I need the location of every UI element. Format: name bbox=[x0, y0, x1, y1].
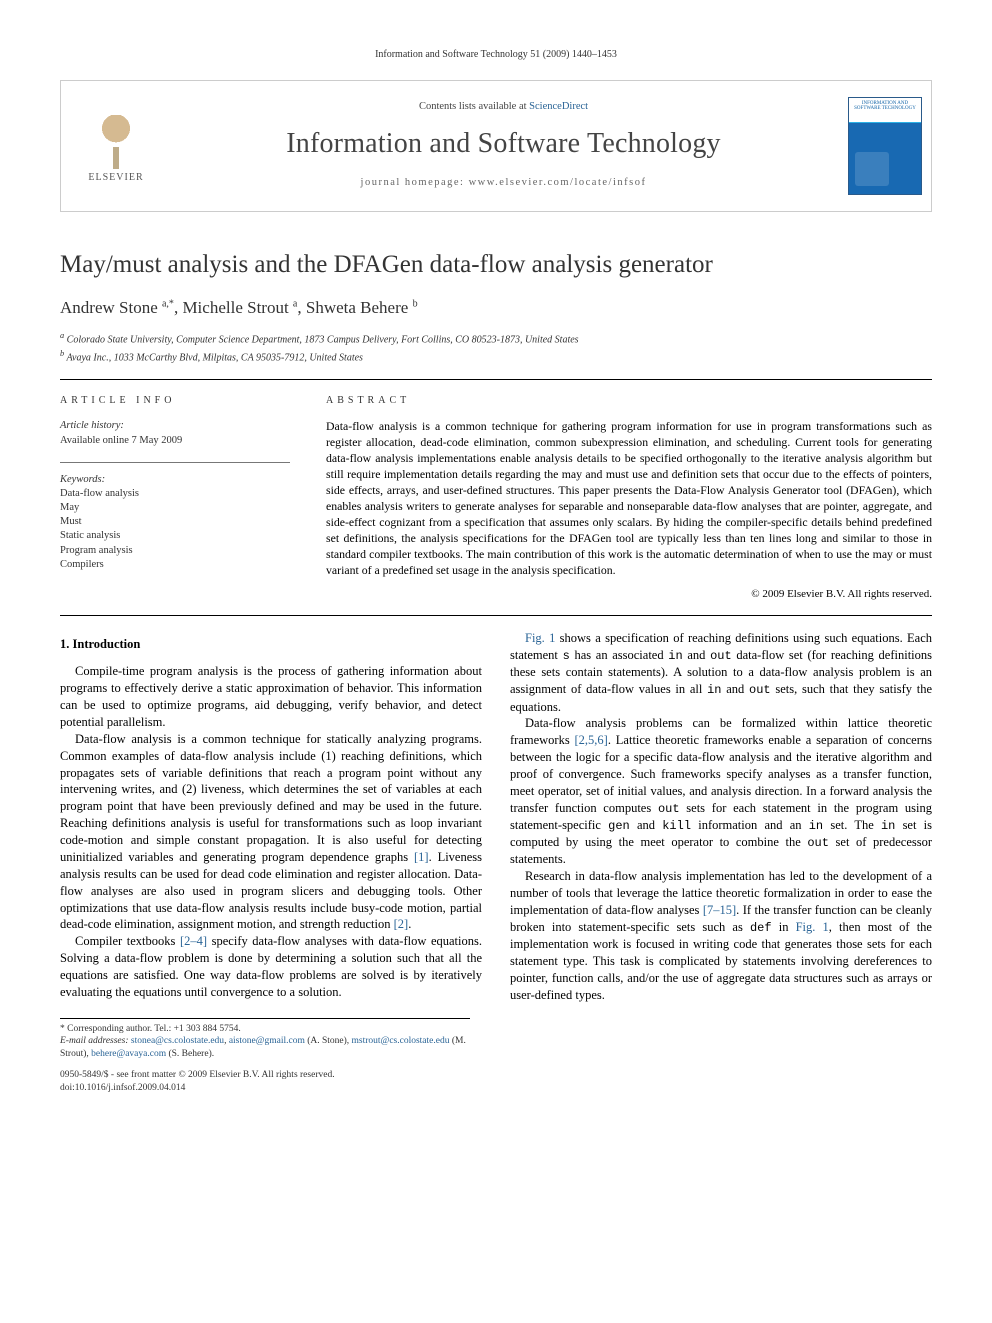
body-paragraph: Data-flow analysis is a common technique… bbox=[60, 731, 482, 934]
code-token: out bbox=[658, 802, 680, 816]
body-paragraph: Compile-time program analysis is the pro… bbox=[60, 663, 482, 731]
keyword-item: Data-flow analysis bbox=[60, 487, 290, 501]
issn-line: 0950-5849/$ - see front matter © 2009 El… bbox=[60, 1069, 932, 1082]
figure-link[interactable]: Fig. 1 bbox=[796, 920, 829, 934]
article-body: 1. Introduction Compile-time program ana… bbox=[60, 630, 932, 1003]
body-paragraph: Compiler textbooks [2–4] specify data-fl… bbox=[60, 933, 482, 1001]
body-paragraph: Data-flow analysis problems can be forma… bbox=[510, 715, 932, 868]
journal-name: Information and Software Technology bbox=[179, 125, 828, 163]
masthead-center: Contents lists available at ScienceDirec… bbox=[171, 88, 836, 202]
affiliation-line: a Colorado State University, Computer Sc… bbox=[60, 330, 932, 347]
corresponding-author-note: * Corresponding author. Tel.: +1 303 884… bbox=[60, 1023, 470, 1036]
copyright-line: © 2009 Elsevier B.V. All rights reserved… bbox=[326, 587, 932, 602]
article-title: May/must analysis and the DFAGen data-fl… bbox=[60, 248, 932, 282]
email-label: E-mail addresses: bbox=[60, 1036, 129, 1046]
journal-homepage: journal homepage: www.elsevier.com/locat… bbox=[179, 176, 828, 190]
email-link[interactable]: aistone@gmail.com bbox=[229, 1036, 305, 1046]
cover-art-icon bbox=[855, 152, 889, 186]
body-paragraph: Research in data-flow analysis implement… bbox=[510, 868, 932, 1003]
code-token: in bbox=[809, 819, 823, 833]
keyword-item: Program analysis bbox=[60, 544, 290, 558]
affiliations: a Colorado State University, Computer Sc… bbox=[60, 330, 932, 365]
contents-available-line: Contents lists available at ScienceDirec… bbox=[179, 100, 828, 114]
code-token: gen bbox=[608, 819, 630, 833]
email-link[interactable]: stonea@cs.colostate.edu bbox=[131, 1036, 224, 1046]
article-info-block: ARTICLE INFO Article history: Available … bbox=[60, 394, 290, 602]
code-token: out bbox=[710, 649, 732, 663]
journal-masthead: ELSEVIER Contents lists available at Sci… bbox=[60, 80, 932, 212]
citation-link[interactable]: [2,5,6] bbox=[575, 733, 608, 747]
section-heading-introduction: 1. Introduction bbox=[60, 636, 482, 653]
citation-link[interactable]: [2–4] bbox=[180, 934, 207, 948]
front-matter-footer: 0950-5849/$ - see front matter © 2009 El… bbox=[60, 1069, 932, 1095]
citation-link[interactable]: [7–15] bbox=[703, 903, 736, 917]
running-head: Information and Software Technology 51 (… bbox=[60, 48, 932, 62]
keyword-item: Compilers bbox=[60, 558, 290, 572]
code-token: s bbox=[563, 649, 570, 663]
article-history-line: Available online 7 May 2009 bbox=[60, 434, 290, 448]
figure-link[interactable]: Fig. 1 bbox=[525, 631, 555, 645]
footnotes: * Corresponding author. Tel.: +1 303 884… bbox=[60, 1018, 470, 1061]
citation-link[interactable]: [1] bbox=[414, 850, 429, 864]
email-link[interactable]: mstrout@cs.colostate.edu bbox=[352, 1036, 450, 1046]
keyword-item: Must bbox=[60, 515, 290, 529]
code-token: in bbox=[707, 683, 721, 697]
abstract-head: ABSTRACT bbox=[326, 394, 932, 408]
cover-thumbnail-cell: INFORMATION AND SOFTWARE TECHNOLOGY bbox=[836, 81, 931, 211]
code-token: in bbox=[668, 649, 682, 663]
abstract-text: Data-flow analysis is a common technique… bbox=[326, 419, 932, 578]
publisher-name: ELSEVIER bbox=[73, 171, 159, 185]
doi-line: doi:10.1016/j.infsof.2009.04.014 bbox=[60, 1082, 932, 1095]
article-info-head: ARTICLE INFO bbox=[60, 394, 290, 408]
journal-cover-thumbnail: INFORMATION AND SOFTWARE TECHNOLOGY bbox=[848, 97, 922, 195]
keyword-item: Static analysis bbox=[60, 529, 290, 543]
publisher-logo: ELSEVIER bbox=[61, 97, 171, 195]
code-token: def bbox=[750, 921, 772, 935]
article-meta-row: ARTICLE INFO Article history: Available … bbox=[60, 394, 932, 602]
email-link[interactable]: behere@avaya.com bbox=[91, 1049, 166, 1059]
keyword-item: May bbox=[60, 501, 290, 515]
email-addresses-line: E-mail addresses: stonea@cs.colostate.ed… bbox=[60, 1035, 470, 1061]
contents-prefix: Contents lists available at bbox=[419, 101, 529, 112]
author-list: Andrew Stone a,*, Michelle Strout a, Shw… bbox=[60, 297, 932, 320]
code-token: out bbox=[749, 683, 771, 697]
sciencedirect-link[interactable]: ScienceDirect bbox=[529, 101, 588, 112]
elsevier-tree-icon bbox=[89, 111, 143, 169]
affiliation-line: b Avaya Inc., 1033 McCarthy Blvd, Milpit… bbox=[60, 348, 932, 365]
article-history-label: Article history: bbox=[60, 419, 290, 433]
cover-caption: INFORMATION AND SOFTWARE TECHNOLOGY bbox=[853, 101, 917, 112]
keywords-label: Keywords: bbox=[60, 473, 290, 487]
code-token: out bbox=[807, 836, 829, 850]
keywords-block: Keywords: Data-flow analysisMayMustStati… bbox=[60, 473, 290, 572]
code-token: kill bbox=[662, 819, 691, 833]
body-paragraph: Fig. 1 shows a specification of reaching… bbox=[510, 630, 932, 715]
abstract-block: ABSTRACT Data-flow analysis is a common … bbox=[326, 394, 932, 602]
citation-link[interactable]: [2] bbox=[394, 917, 409, 931]
code-token: in bbox=[881, 819, 895, 833]
